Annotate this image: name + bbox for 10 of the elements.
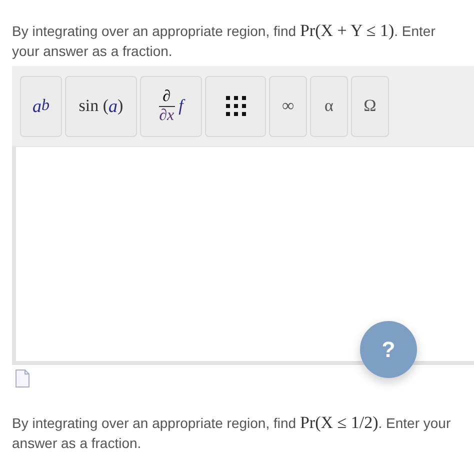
- symbol-button[interactable]: ∞: [269, 76, 307, 136]
- function-button[interactable]: sin (a): [65, 76, 137, 136]
- question-text: By integrating over an appropriate region, find Pr(X + Y ≤ 1). Enter your answer as a fraction.: [11, 20, 436, 61]
- answer-field[interactable]: [12, 146, 474, 365]
- document-icon[interactable]: [15, 369, 30, 388]
- symbol-button[interactable]: α: [310, 76, 348, 136]
- question-text: By integrating over an appropriate region, find Pr(X ≤ 1/2). Enter your answer as a fraction.: [11, 412, 452, 453]
- matrix-button[interactable]: [205, 76, 266, 136]
- symbol-button[interactable]: Ω: [351, 76, 389, 136]
- grid-icon: [226, 96, 246, 116]
